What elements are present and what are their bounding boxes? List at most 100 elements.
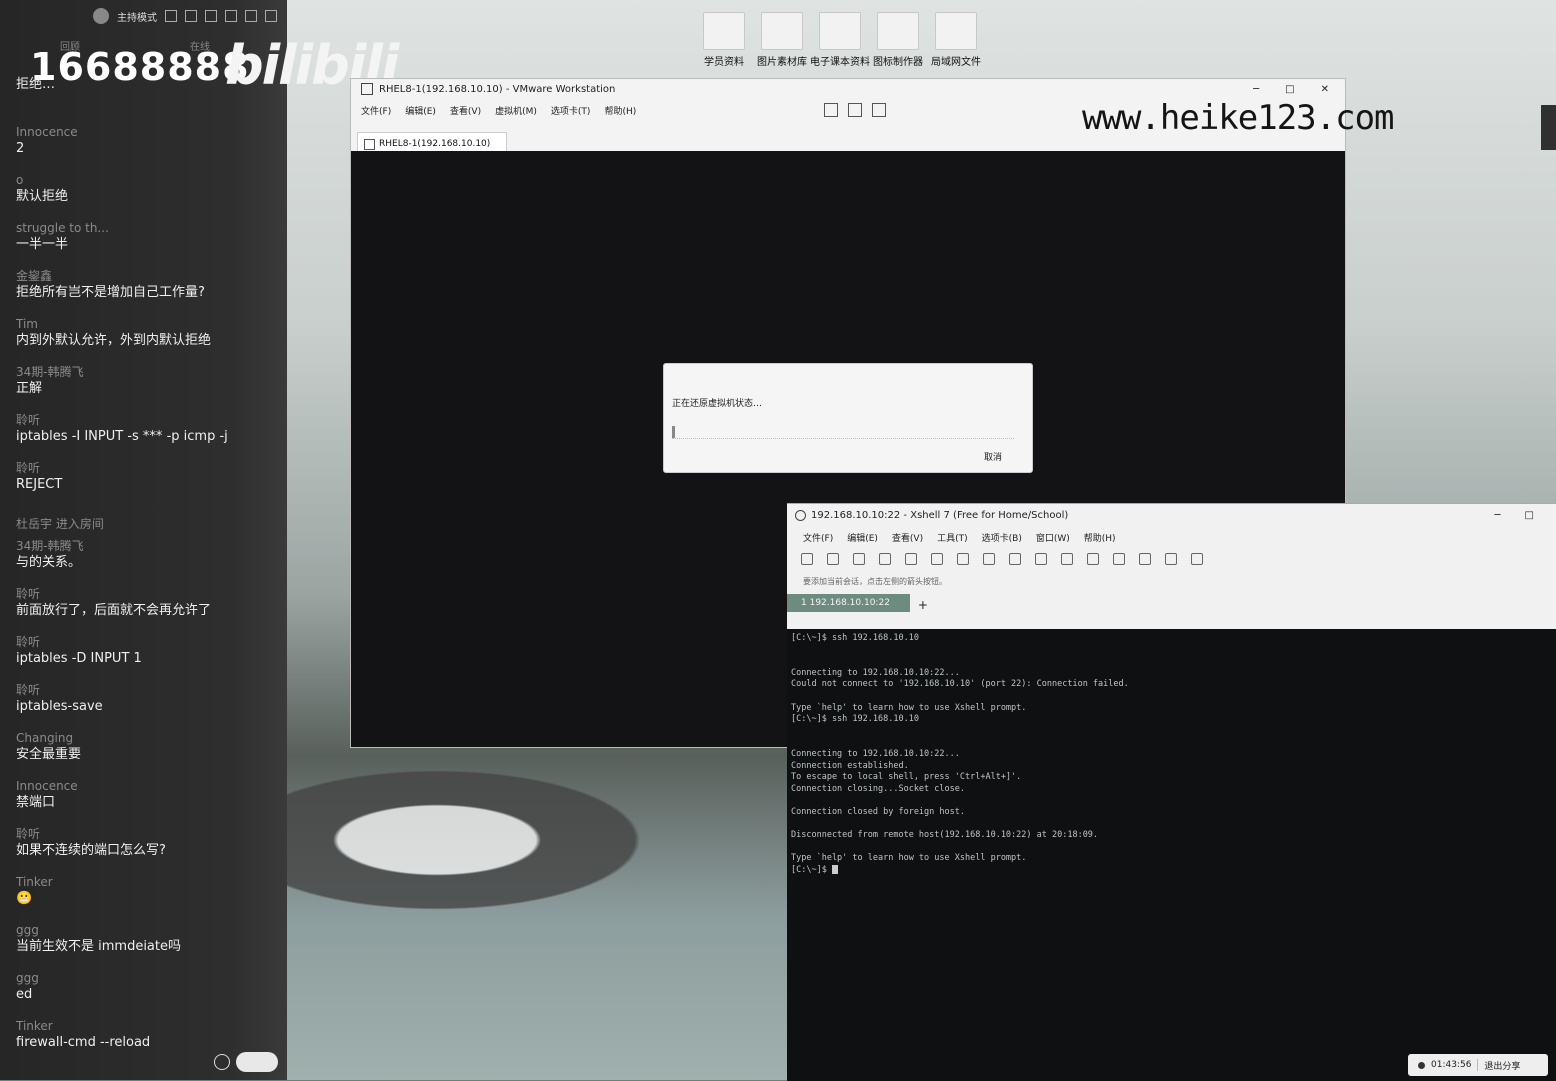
exit-share-button[interactable]: 退出分享	[1484, 1059, 1520, 1072]
print-icon[interactable]	[957, 553, 969, 565]
chat-message: 聆听 REJECT	[16, 456, 281, 504]
paste-icon[interactable]	[905, 553, 917, 565]
emoji-icon[interactable]	[214, 1054, 230, 1070]
tunnel-icon[interactable]	[1061, 553, 1073, 565]
terminal-cursor	[831, 864, 838, 874]
xshell-menubar: 文件(F) 编辑(E) 查看(V) 工具(T) 选项卡(B) 窗口(W) 帮助(…	[787, 526, 1556, 548]
menu-tabs[interactable]: 选项卡(B)	[982, 531, 1022, 544]
menu-view[interactable]: 查看(V)	[450, 104, 481, 117]
chat-text: 拒绝…	[16, 77, 56, 92]
color-scheme-icon[interactable]	[983, 553, 995, 565]
restore-state-dialog: 正在还原虚拟机状态… 取消	[663, 363, 1033, 473]
desktop-icon[interactable]: 图片素材库	[757, 12, 807, 68]
desktop-icon-label: 电子课本资料	[810, 57, 870, 68]
dialog-message: 正在还原虚拟机状态…	[672, 399, 763, 409]
background-rock	[287, 760, 787, 960]
sidebar-toggle-icon[interactable]	[824, 103, 839, 117]
console-view-icon[interactable]	[848, 103, 863, 117]
desktop-icons: 学员资料 图片素材库 电子课本资料 图标制作器 局域网文件	[702, 12, 981, 68]
cancel-button[interactable]: 取消	[984, 450, 1002, 463]
terminal-line-text: Connection closed by foreign host.	[791, 806, 965, 817]
desktop-icon[interactable]: 图标制作器	[873, 12, 923, 68]
minimize-button[interactable]: ─	[1495, 510, 1501, 521]
folder-icon	[877, 12, 919, 50]
xftp-icon[interactable]	[1035, 553, 1047, 565]
chat-message: Innocence 2	[16, 120, 281, 168]
desktop-icon-label: 学员资料	[704, 57, 744, 68]
chat-username: Tinker	[16, 1019, 53, 1033]
menu-help[interactable]: 帮助(H)	[1084, 531, 1116, 544]
folder-icon	[819, 12, 861, 50]
menu-window[interactable]: 窗口(W)	[1036, 531, 1070, 544]
desktop-icon-label: 图标制作器	[873, 57, 923, 68]
tab-label: RHEL8-1(192.168.10.10)	[379, 139, 491, 149]
terminal-line: [C:\~]$ ssh 192.168.10.10	[791, 633, 1552, 645]
maximize-button[interactable]: □	[1525, 510, 1534, 521]
help-icon[interactable]	[1191, 553, 1203, 565]
menu-tabs[interactable]: 选项卡(T)	[551, 104, 591, 117]
share-icon[interactable]	[185, 10, 197, 22]
terminal-line: To escape to local shell, press 'Ctrl+Al…	[791, 772, 1552, 784]
settings-icon[interactable]	[165, 10, 177, 22]
chat-topbar: 主持模式	[0, 0, 287, 32]
menu-file[interactable]: 文件(F)	[361, 104, 391, 117]
send-toggle[interactable]	[236, 1052, 278, 1072]
terminal-line-text: Connecting to 192.168.10.10:22...	[791, 748, 960, 759]
desktop-icon[interactable]: 局域网文件	[931, 12, 981, 68]
reconnect-icon[interactable]	[853, 553, 865, 565]
menu-edit[interactable]: 编辑(E)	[405, 104, 436, 117]
chat-text: iptables -I INPUT -s *** -p icmp -j	[16, 429, 228, 444]
menu-tools[interactable]: 工具(T)	[937, 531, 968, 544]
menu-file[interactable]: 文件(F)	[803, 531, 833, 544]
chat-message: Tinker 😬	[16, 870, 281, 918]
options-icon[interactable]	[1165, 553, 1177, 565]
chat-text: 当前生效不是 immdeiate吗	[16, 939, 181, 954]
desktop-icon[interactable]: 电子课本资料	[810, 12, 870, 68]
terminal[interactable]: [C:\~]$ ssh 192.168.10.10 Connecting to 1…	[787, 629, 1556, 1081]
add-tab-button[interactable]: +	[918, 598, 928, 612]
xshell-app-icon	[795, 509, 806, 521]
terminal-line-text: Connecting to 192.168.10.10:22...	[791, 667, 960, 678]
menu-view[interactable]: 查看(V)	[892, 531, 923, 544]
menu-vm[interactable]: 虚拟机(M)	[495, 104, 537, 117]
share-timer: 01:43:56	[1431, 1060, 1472, 1070]
minimize-icon[interactable]	[225, 10, 237, 22]
terminal-line: Type `help' to learn how to use Xshell p…	[791, 853, 1552, 865]
desktop-icon[interactable]: 学员资料	[702, 12, 746, 68]
lock-icon[interactable]	[1113, 553, 1125, 565]
minimize-button[interactable]: ─	[1253, 84, 1259, 95]
script-icon[interactable]	[1139, 553, 1151, 565]
close-icon[interactable]	[265, 10, 277, 22]
desktop-scroll-thumb[interactable]	[1541, 105, 1556, 150]
menu-edit[interactable]: 编辑(E)	[847, 531, 878, 544]
session-tab[interactable]: 1 192.168.10.10:22	[787, 594, 910, 612]
terminal-line-text: [C:\~]$ ssh 192.168.10.10	[791, 714, 919, 725]
vmware-app-icon	[361, 83, 373, 95]
terminal-line: Connecting to 192.168.10.10:22...	[791, 668, 1552, 680]
new-session-icon[interactable]	[801, 553, 813, 565]
font-icon[interactable]	[1009, 553, 1021, 565]
chat-message: 金鋆鑫 拒绝所有岂不是增加自己工作量?	[16, 264, 281, 312]
chat-message: 聆听 前面放行了，后面就不会再允许了	[16, 582, 281, 630]
terminal-line-text: To escape to local shell, press 'Ctrl+Al…	[791, 772, 1022, 783]
menu-help[interactable]: 帮助(H)	[604, 104, 636, 117]
session-hint: 要添加当前会话，点击左侧的箭头按钮。	[803, 576, 947, 586]
chat-text: 禁端口	[16, 795, 56, 810]
host-avatar[interactable]	[93, 8, 109, 24]
chat-message: 聆听 iptables -I INPUT -s *** -p icmp -j	[16, 408, 281, 456]
menu-icon[interactable]	[205, 10, 217, 22]
fullscreen-icon[interactable]	[1087, 553, 1099, 565]
terminal-line-text: Type `help' to learn how to use Xshell p…	[791, 702, 1027, 713]
maximize-icon[interactable]	[245, 10, 257, 22]
open-icon[interactable]	[827, 553, 839, 565]
close-button[interactable]: ✕	[1321, 84, 1329, 95]
copy-icon[interactable]	[879, 553, 891, 565]
find-icon[interactable]	[931, 553, 943, 565]
maximize-button[interactable]: □	[1285, 84, 1294, 95]
fullscreen-icon[interactable]	[872, 103, 887, 117]
